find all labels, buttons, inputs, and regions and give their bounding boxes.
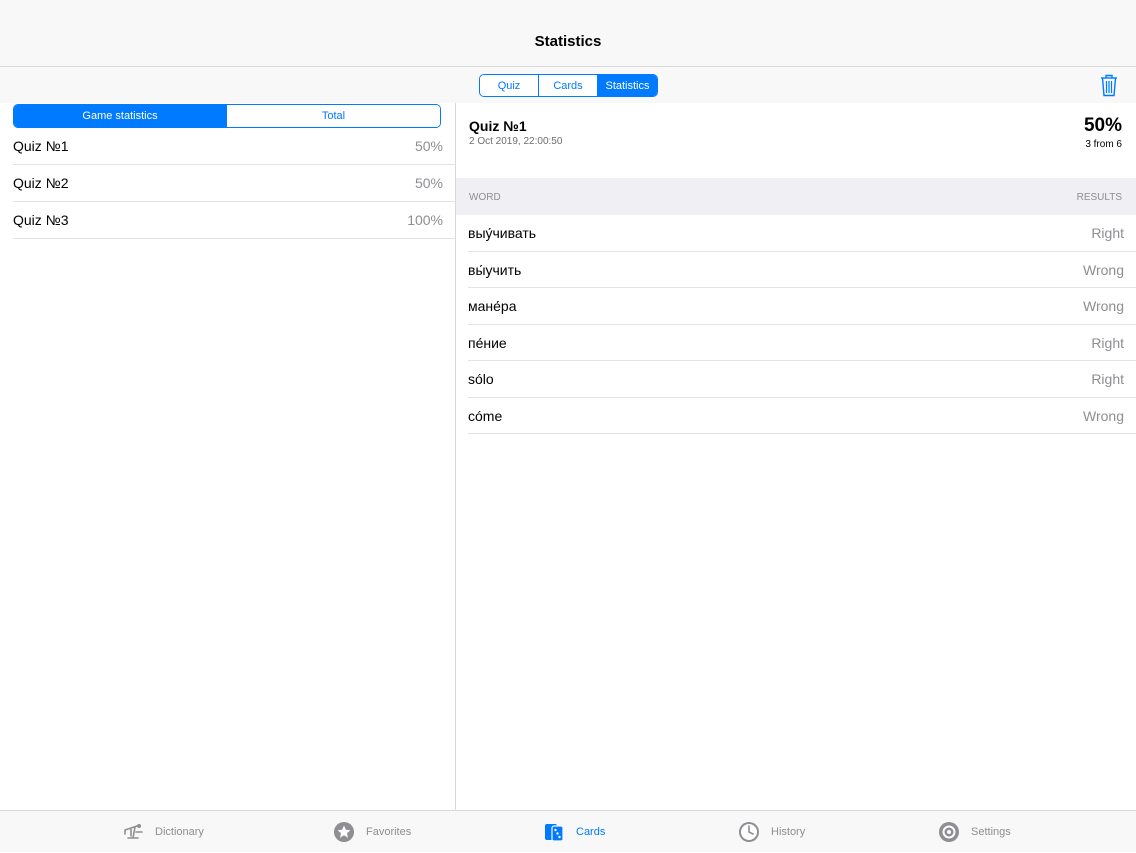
quiz-name: Quiz №1 xyxy=(13,138,69,154)
tab-favorites[interactable]: Favorites xyxy=(333,811,411,853)
quiz-percent: 50% xyxy=(414,138,443,154)
word-row[interactable]: cóme Wrong xyxy=(468,398,1136,434)
quiz-name: Quiz №2 xyxy=(13,175,69,191)
tab-cards[interactable]: Cards xyxy=(543,811,605,853)
tab-label: Settings xyxy=(971,826,1011,838)
tab-label: Dictionary xyxy=(155,826,204,838)
navigation-bar: Statistics xyxy=(0,0,1136,67)
toolbar: Quiz Cards Statistics xyxy=(0,67,1136,103)
results-section-header: WORD RESULTS xyxy=(456,178,1136,215)
segment-cards[interactable]: Cards xyxy=(539,75,598,96)
word-result: Wrong xyxy=(1083,298,1124,314)
quiz-detail-pane: Quiz №1 2 Oct 2019, 22:00:50 50% 3 from … xyxy=(456,103,1136,810)
stats-segmented-control: Game statistics Total xyxy=(13,104,441,128)
quiz-summary: Quiz №1 2 Oct 2019, 22:00:50 50% 3 from … xyxy=(456,103,1136,178)
word-row[interactable]: пе́ние Right xyxy=(468,325,1136,361)
tab-settings[interactable]: Settings xyxy=(938,811,1011,853)
segment-total[interactable]: Total xyxy=(227,105,440,127)
mode-segmented-control: Quiz Cards Statistics xyxy=(479,74,658,97)
word-text: выу́чивать xyxy=(468,225,537,241)
segment-game-statistics[interactable]: Game statistics xyxy=(14,105,227,127)
quiz-date: 2 Oct 2019, 22:00:50 xyxy=(469,136,563,147)
quiz-score-percent: 50% xyxy=(1083,115,1122,136)
page-title: Statistics xyxy=(534,33,602,50)
column-word-header: WORD xyxy=(469,192,501,203)
word-result: Wrong xyxy=(1083,261,1124,278)
quiz-percent: 50% xyxy=(414,175,443,191)
segment-statistics[interactable]: Statistics xyxy=(598,75,657,96)
word-text: вы́учить xyxy=(468,261,522,278)
tab-label: Cards xyxy=(576,826,606,838)
word-text: cóme xyxy=(468,407,503,424)
quiz-title: Quiz №1 xyxy=(469,118,527,134)
clock-icon xyxy=(739,822,759,842)
dictionary-icon xyxy=(124,824,143,839)
word-row[interactable]: sólo Right xyxy=(468,361,1136,398)
tab-dictionary[interactable]: Dictionary xyxy=(122,811,204,853)
column-results-header: RESULTS xyxy=(1076,192,1122,203)
quiz-list-pane: Game statistics Total Quiz №1 50% Quiz №… xyxy=(0,103,455,810)
quiz-row-1[interactable]: Quiz №1 50% xyxy=(13,128,455,165)
cards-icon xyxy=(545,824,564,842)
quiz-row-2[interactable]: Quiz №2 50% xyxy=(13,165,455,202)
word-text: пе́ние xyxy=(468,334,507,351)
trash-icon[interactable] xyxy=(1099,73,1119,97)
tab-label: History xyxy=(771,826,806,838)
quiz-score-count: 3 from 6 xyxy=(1085,139,1122,150)
word-results-list: выу́чивать Right вы́учить Wrong мане́ра … xyxy=(456,215,1136,434)
word-row[interactable]: вы́учить Wrong xyxy=(468,252,1136,288)
word-row[interactable]: выу́чивать Right xyxy=(468,215,1136,252)
tab-bar: Dictionary Favorites Cards History Setti… xyxy=(0,810,1136,852)
word-result: Right xyxy=(1091,334,1124,351)
star-icon xyxy=(334,822,354,842)
quiz-row-3[interactable]: Quiz №3 100% xyxy=(13,202,455,239)
word-text: sólo xyxy=(468,371,494,387)
quiz-list: Quiz №1 50% Quiz №2 50% Quiz №3 100% xyxy=(0,128,455,239)
gear-icon xyxy=(939,822,959,842)
word-result: Wrong xyxy=(1083,407,1124,424)
segment-quiz[interactable]: Quiz xyxy=(480,75,539,96)
word-row[interactable]: мане́ра Wrong xyxy=(468,288,1136,325)
word-result: Right xyxy=(1091,225,1124,241)
tab-label: Favorites xyxy=(366,826,412,838)
word-text: мане́ра xyxy=(468,298,517,314)
quiz-name: Quiz №3 xyxy=(13,212,69,228)
tab-history[interactable]: History xyxy=(738,811,805,853)
quiz-percent: 100% xyxy=(407,212,443,228)
word-result: Right xyxy=(1091,371,1124,387)
